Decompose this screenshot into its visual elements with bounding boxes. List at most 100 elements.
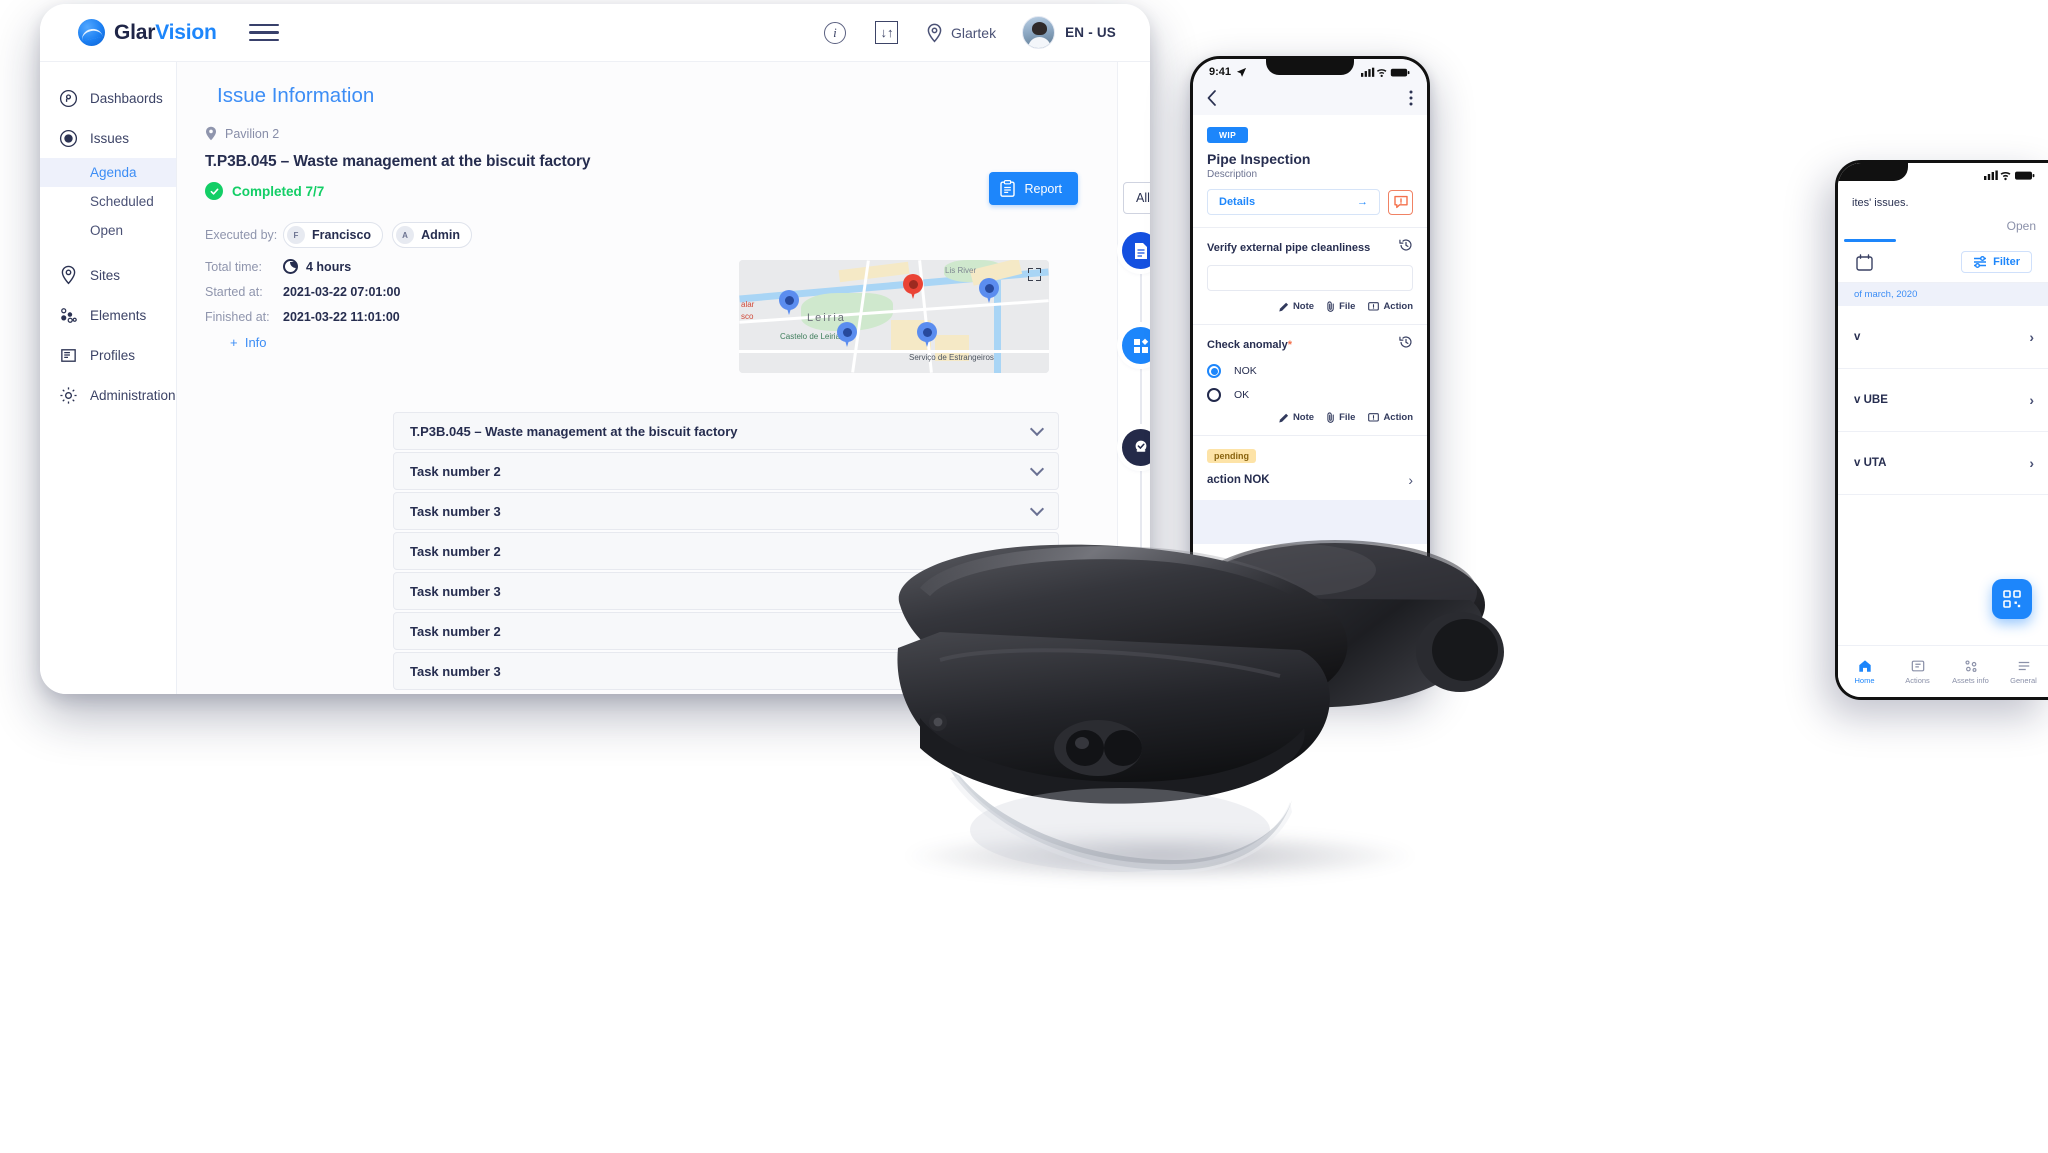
map-pin-blue[interactable] [837, 322, 857, 350]
sidebar-label-dashboards: Dashbaords [90, 90, 163, 106]
brand-logo-area[interactable]: GlarVision [78, 19, 217, 46]
phone-primary: 9:41 WIP Pipe Inspection Description Det [1190, 56, 1430, 688]
sidebar-item-scheduled[interactable]: Scheduled [40, 187, 176, 216]
activity-panel: All Tasks T.P3B.045 – Gestã... [1117, 62, 1150, 694]
field-value: 4 hours [306, 259, 352, 274]
glarvision-logo-icon [78, 19, 105, 46]
radio-option-ok[interactable]: OK [1207, 388, 1413, 402]
note-action[interactable]: Note [1279, 301, 1314, 312]
map-label: Castelo de Leiria [780, 332, 841, 341]
map-pin-blue[interactable] [779, 290, 799, 318]
sidebar-item-sites[interactable]: Sites [40, 255, 176, 295]
info-icon[interactable]: i [822, 20, 848, 46]
map-pin-red[interactable] [903, 274, 923, 302]
kebab-menu-icon[interactable] [1409, 90, 1413, 111]
phone2-date-header: of march, 2020 [1838, 283, 2048, 306]
site-selector[interactable]: Glartek [926, 23, 996, 43]
accordion-label: Task number 2 [410, 623, 501, 639]
arrow-right-icon: → [1357, 196, 1368, 208]
phone2-statusbar [1838, 163, 2048, 187]
history-icon[interactable] [1399, 238, 1413, 257]
radio-option-nok[interactable]: NOK [1207, 364, 1413, 378]
sidebar-item-profiles[interactable]: Profiles [40, 335, 176, 375]
sidebar-item-issues[interactable]: Issues [40, 118, 176, 158]
filter-button[interactable]: Filter [1961, 251, 2032, 273]
check-circle-icon [205, 182, 223, 200]
action-action[interactable]: Action [1368, 301, 1413, 312]
app-body: Dashbaords Issues Agenda Scheduled Open … [40, 62, 1150, 694]
accordion-item[interactable]: T.P3B.045 – Waste management at the bisc… [393, 412, 1059, 450]
report-label: Report [1024, 181, 1062, 196]
executor-chip[interactable]: F Francisco [283, 222, 384, 248]
sidebar-item-administration[interactable]: Administration [40, 375, 176, 415]
phone2-notch [1838, 163, 1908, 181]
file-action[interactable]: File [1327, 301, 1355, 312]
report-button[interactable]: Report [989, 172, 1078, 205]
status-icons [1984, 170, 2035, 180]
brand-title: GlarVision [114, 21, 217, 45]
accordion-item[interactable]: Task number 3 [393, 652, 1059, 690]
info-glyph: i [823, 21, 846, 44]
paperclip-icon [1327, 301, 1334, 312]
screenshot-root: GlarVision i ↓↑ Glartek EN - US Dashbaor… [0, 0, 2048, 1153]
phone2-list-item[interactable]: v UTA › [1838, 432, 2048, 495]
sidebar-item-agenda[interactable]: Agenda [40, 158, 176, 187]
home-icon [1858, 659, 1871, 672]
file-action[interactable]: File [1327, 412, 1355, 423]
hamburger-icon[interactable] [248, 23, 279, 42]
details-button[interactable]: Details → [1207, 189, 1380, 215]
phone2-list-item[interactable]: v UBE › [1838, 369, 2048, 432]
task-filter-select[interactable]: All Tasks [1123, 182, 1150, 214]
accordion-item[interactable]: Task number 2 [393, 452, 1059, 490]
gear-icon [58, 385, 78, 405]
action-action[interactable]: Action [1368, 412, 1413, 423]
map-pin-blue[interactable] [917, 322, 937, 350]
task-accordion-list: T.P3B.045 – Waste management at the bisc… [393, 412, 1059, 692]
map-preview[interactable]: Lis River Leiria Castelo de Leiria Servi… [739, 260, 1049, 373]
alert-message-icon[interactable] [1388, 189, 1413, 215]
phone2-row-label: v UTA [1854, 457, 1887, 469]
phone-question-1: Verify external pipe cleanliness Note Fi… [1193, 228, 1427, 325]
question-text-input[interactable] [1207, 265, 1413, 291]
expand-icon[interactable] [1028, 268, 1041, 281]
note-action[interactable]: Note [1279, 412, 1314, 423]
phone2-list-item[interactable]: v › [1838, 306, 2048, 369]
chevron-left-icon[interactable] [1207, 89, 1216, 111]
tab-home[interactable]: Home [1838, 659, 1891, 685]
user-area[interactable]: EN - US [1022, 16, 1116, 49]
sidebar-item-open[interactable]: Open [40, 216, 176, 245]
accordion-item[interactable]: Task number 2 [393, 612, 1059, 650]
history-icon[interactable] [1399, 335, 1413, 354]
file-label: File [1339, 301, 1356, 312]
phone-action-card[interactable]: pending action NOK › [1193, 436, 1427, 500]
phone2-tab-open[interactable]: Open [2007, 219, 2036, 233]
phone-description: Description [1207, 169, 1258, 180]
executor-initial: F [287, 226, 305, 244]
calendar-icon[interactable] [1856, 253, 1873, 271]
map-label: alar [741, 300, 755, 309]
map-pin-blue[interactable] [979, 278, 999, 306]
dashboard-icon [58, 88, 78, 108]
phone-blank-strip [1193, 500, 1427, 544]
accordion-item[interactable]: Task number 3 [393, 492, 1059, 530]
tab-general[interactable]: General [1997, 659, 2048, 685]
timeline-item[interactable]: T.P3B.045 – Gestã... 11:24:55 | 22/03/20… [1118, 232, 1150, 303]
clipboard-icon [1000, 180, 1016, 197]
chevron-down-icon [1029, 421, 1045, 436]
avatar[interactable] [1022, 16, 1056, 49]
accordion-label: Task number 3 [410, 583, 501, 599]
phone-next-row[interactable]: › [1193, 544, 1427, 581]
tab-assets-info[interactable]: Assets info [1944, 659, 1997, 685]
accordion-item[interactable]: Task number 2 [393, 532, 1059, 570]
sidebar-item-dashboards[interactable]: Dashbaords [40, 78, 176, 118]
timeline-item[interactable]: Task number 2 11:24:55 | 22/03/2020 Util… [1118, 428, 1150, 622]
timeline-item[interactable]: T.P3B.045 – Gestã... 11:24:55 | 22/03/20… [1118, 327, 1150, 398]
accordion-item[interactable]: Task number 3 [393, 572, 1059, 610]
executor-chip[interactable]: A Admin [392, 222, 472, 248]
action-card-title: action NOK [1207, 474, 1270, 486]
transfer-icon[interactable]: ↓↑ [874, 20, 900, 46]
app-header: GlarVision i ↓↑ Glartek EN - US [40, 4, 1150, 62]
tab-actions[interactable]: Actions [1891, 659, 1944, 685]
sidebar-item-elements[interactable]: Elements [40, 295, 176, 335]
qr-code-icon[interactable] [1992, 579, 2032, 619]
